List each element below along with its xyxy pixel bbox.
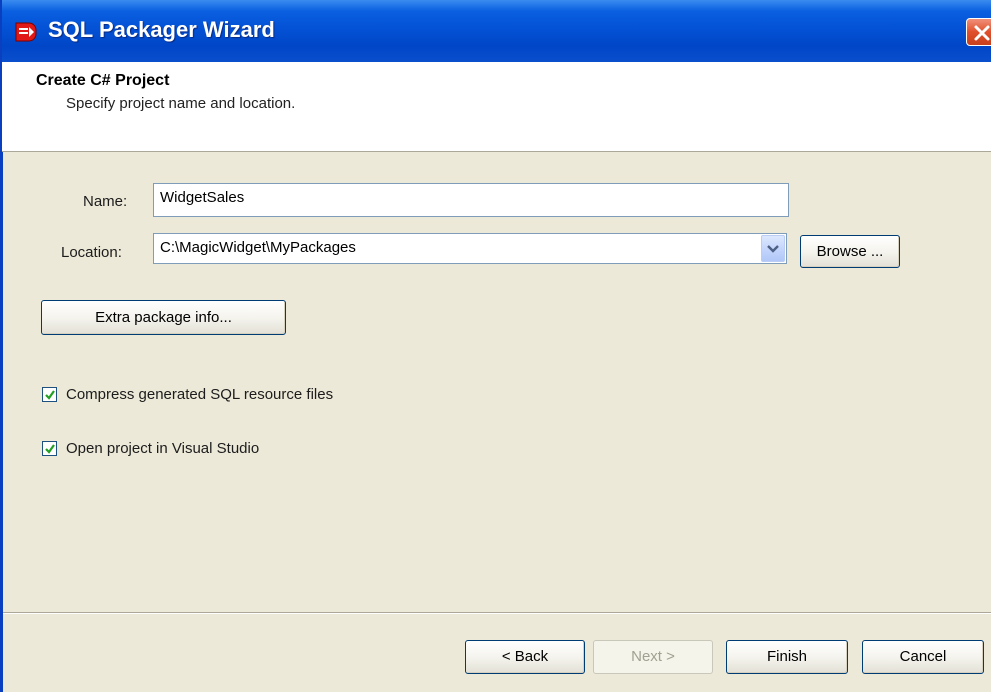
- page-title: Create C# Project: [36, 72, 170, 89]
- name-input[interactable]: WidgetSales: [153, 183, 789, 217]
- location-label: Location:: [61, 244, 122, 261]
- next-button[interactable]: Next >: [593, 640, 713, 674]
- finish-button[interactable]: Finish: [726, 640, 848, 674]
- browse-button[interactable]: Browse ...: [800, 235, 900, 268]
- page-subtitle: Specify project name and location.: [66, 95, 296, 112]
- wizard-window: SQL Packager Wizard Create C# Project Sp…: [0, 0, 991, 692]
- close-button[interactable]: [966, 18, 991, 46]
- compress-checkbox[interactable]: [42, 387, 57, 402]
- window-title: SQL Packager Wizard: [48, 17, 275, 42]
- title-bar[interactable]: SQL Packager Wizard: [0, 0, 991, 62]
- open-visual-studio-label[interactable]: Open project in Visual Studio: [66, 440, 259, 457]
- location-combobox[interactable]: C:\MagicWidget\MyPackages: [153, 233, 787, 264]
- location-dropdown-button[interactable]: [761, 235, 785, 262]
- close-x-icon: [974, 25, 990, 41]
- cancel-button[interactable]: Cancel: [862, 640, 984, 674]
- checkmark-icon: [45, 444, 55, 454]
- back-button[interactable]: < Back: [465, 640, 585, 674]
- extra-package-info-button[interactable]: Extra package info...: [41, 300, 286, 335]
- open-visual-studio-checkbox[interactable]: [42, 441, 57, 456]
- checkmark-icon: [45, 390, 55, 400]
- window-left-border: [0, 62, 3, 692]
- footer-divider-highlight: [3, 613, 991, 614]
- compress-label[interactable]: Compress generated SQL resource files: [66, 386, 333, 403]
- location-value: C:\MagicWidget\MyPackages: [160, 239, 356, 256]
- app-icon: [14, 20, 38, 44]
- wizard-header: Create C# Project Specify project name a…: [2, 62, 991, 152]
- chevron-down-icon: [767, 245, 779, 253]
- name-label: Name:: [83, 193, 128, 210]
